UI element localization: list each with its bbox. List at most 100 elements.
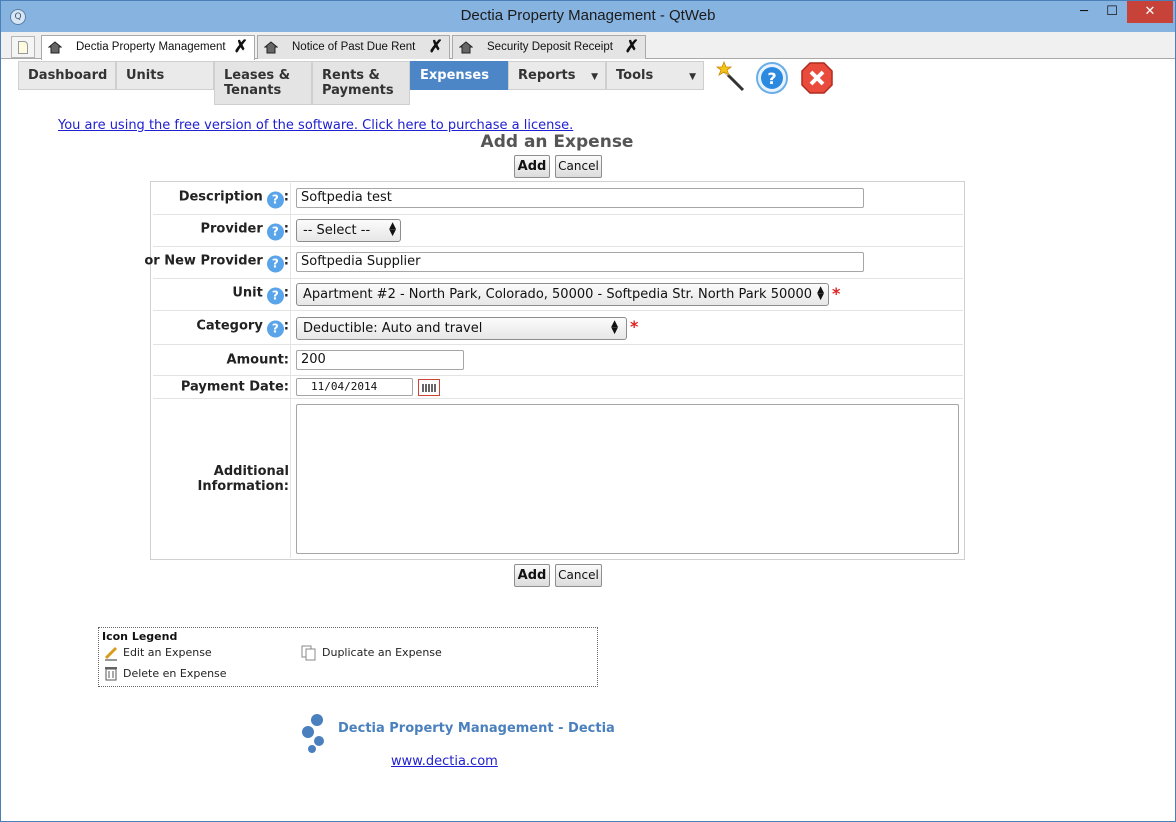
legend-edit-label: Edit an Expense: [123, 646, 212, 659]
amount-label: Amount:: [226, 352, 289, 368]
required-marker: *: [630, 317, 639, 336]
footer-brand: Dectia Property Management - Dectia: [338, 721, 615, 736]
nav-tools[interactable]: Tools ▼: [606, 61, 704, 90]
close-tab-icon[interactable]: ✗: [234, 37, 248, 57]
nav-expenses[interactable]: Expenses: [410, 61, 508, 90]
window-title: Dectia Property Management - QtWeb: [460, 7, 716, 24]
nav-label: Reports: [518, 68, 576, 83]
provider-select-value: -- Select --: [303, 223, 371, 238]
nav-rents-payments[interactable]: Rents & Payments: [312, 61, 410, 105]
category-select[interactable]: Deductible: Auto and travel ▲ ▼: [296, 317, 627, 340]
house-icon: [48, 41, 62, 54]
cancel-button-top[interactable]: Cancel: [555, 155, 602, 178]
tab-label: Notice of Past Due Rent: [292, 41, 416, 53]
exit-icon[interactable]: [800, 61, 834, 95]
label-colon: :: [283, 285, 289, 300]
tab-label: Dectia Property Management: [76, 41, 226, 53]
tab-dectia-property-management[interactable]: Dectia Property Management ✗: [41, 35, 255, 60]
svg-text:?: ?: [767, 69, 776, 88]
description-label: Description: [178, 189, 263, 204]
close-window-button[interactable]: ✕: [1127, 1, 1173, 23]
additional-info-label: Information:: [197, 478, 289, 494]
new-tab-button[interactable]: [11, 36, 35, 58]
payment-date-row: Payment Date: 11/04/2014: [153, 375, 963, 398]
nav-label: Rents &: [322, 68, 380, 83]
cancel-button-bottom[interactable]: Cancel: [555, 564, 602, 587]
label-colon: :: [283, 253, 289, 268]
new-provider-label: or New Provider: [144, 253, 263, 268]
icon-legend: Icon Legend Edit an Expense Duplicate an…: [98, 627, 598, 687]
new-provider-row: or New Provider?: Softpedia Supplier: [144, 246, 963, 278]
page-title: Add an Expense: [480, 132, 634, 152]
expense-form: Description?: Softpedia test Provider?: …: [144, 181, 965, 560]
payment-date-input[interactable]: 11/04/2014: [296, 378, 413, 396]
dectia-logo-icon: [302, 714, 324, 753]
minimize-button[interactable]: ─: [1071, 1, 1097, 23]
magic-wand-icon[interactable]: [716, 61, 748, 93]
amount-input[interactable]: 200: [296, 350, 464, 370]
unit-select[interactable]: Apartment #2 - North Park, Colorado, 500…: [296, 283, 829, 306]
legend-duplicate-label: Duplicate an Expense: [322, 646, 442, 659]
footer-website-link[interactable]: www.dectia.com: [391, 754, 498, 769]
dropdown-caret-icon: ▼: [689, 72, 696, 82]
title-bar: Q Dectia Property Management - QtWeb ─ ☐…: [1, 1, 1175, 32]
spinner-arrows-icon: ▲ ▼: [611, 319, 618, 336]
category-select-value: Deductible: Auto and travel: [303, 321, 483, 336]
calendar-icon[interactable]: [418, 379, 440, 396]
help-icon[interactable]: ?: [266, 287, 284, 304]
help-icon[interactable]: ?: [266, 223, 284, 240]
nav-label: Payments: [322, 83, 394, 98]
new-provider-input[interactable]: Softpedia Supplier: [296, 252, 864, 272]
required-marker: *: [832, 284, 841, 303]
additional-info-textarea[interactable]: [296, 404, 959, 554]
nav-units[interactable]: Units: [116, 61, 214, 90]
spinner-arrows-icon: ▲ ▼: [389, 221, 396, 238]
unit-label: Unit: [232, 285, 263, 300]
new-page-icon: [18, 41, 28, 54]
tab-security-deposit-receipt[interactable]: Security Deposit Receipt ✗: [452, 35, 646, 59]
description-row: Description?: Softpedia test: [153, 183, 963, 214]
provider-select[interactable]: -- Select -- ▲ ▼: [296, 219, 401, 242]
app-window: Q Dectia Property Management - QtWeb ─ ☐…: [0, 0, 1176, 822]
add-button-bottom[interactable]: Add: [514, 564, 550, 587]
house-icon: [264, 41, 278, 54]
spinner-arrows-icon: ▲ ▼: [817, 285, 824, 302]
nav-dashboard[interactable]: Dashboard: [18, 61, 116, 90]
house-icon: [459, 41, 473, 54]
payment-date-label: Payment Date:: [180, 379, 289, 395]
icon-legend-title: Icon Legend: [102, 630, 178, 643]
label-colon: :: [283, 221, 289, 236]
provider-row: Provider?: -- Select -- ▲ ▼: [153, 214, 963, 246]
nav-leases-tenants[interactable]: Leases & Tenants: [214, 61, 312, 105]
tab-notice-of-past-due-rent[interactable]: Notice of Past Due Rent ✗: [257, 35, 450, 59]
nav-label: Tenants: [224, 83, 282, 98]
amount-row: Amount: 200: [153, 344, 963, 375]
category-row: Category?: Deductible: Auto and travel ▲…: [153, 310, 963, 344]
nav-reports[interactable]: Reports ▼: [508, 61, 606, 90]
help-icon[interactable]: ?: [266, 191, 284, 208]
close-tab-icon[interactable]: ✗: [429, 37, 443, 57]
close-tab-icon[interactable]: ✗: [625, 37, 639, 57]
help-icon[interactable]: ?: [755, 61, 789, 95]
description-input[interactable]: Softpedia test: [296, 188, 864, 208]
nav-label: Leases &: [224, 68, 291, 83]
provider-label: Provider: [200, 221, 263, 236]
add-button-top[interactable]: Add: [514, 155, 550, 178]
label-colon: :: [283, 189, 289, 204]
additional-info-row: Additional Information:: [153, 398, 963, 558]
tab-bar: Dectia Property Management ✗ Notice of P…: [1, 32, 1175, 60]
category-label: Category: [196, 318, 263, 333]
help-icon[interactable]: ?: [266, 255, 284, 272]
maximize-button[interactable]: ☐: [1099, 1, 1125, 23]
additional-info-label: Additional: [213, 463, 289, 479]
license-purchase-link[interactable]: You are using the free version of the so…: [58, 118, 573, 133]
unit-row: Unit?: Apartment #2 - North Park, Colora…: [153, 278, 963, 310]
dropdown-caret-icon: ▼: [591, 72, 598, 82]
pencil-icon: [104, 646, 118, 661]
legend-delete-label: Delete en Expense: [123, 667, 227, 680]
unit-select-value: Apartment #2 - North Park, Colorado, 500…: [303, 287, 813, 302]
duplicate-icon: [301, 645, 316, 661]
help-icon[interactable]: ?: [266, 320, 284, 337]
tab-label: Security Deposit Receipt: [487, 41, 613, 53]
trash-icon: [105, 667, 117, 681]
